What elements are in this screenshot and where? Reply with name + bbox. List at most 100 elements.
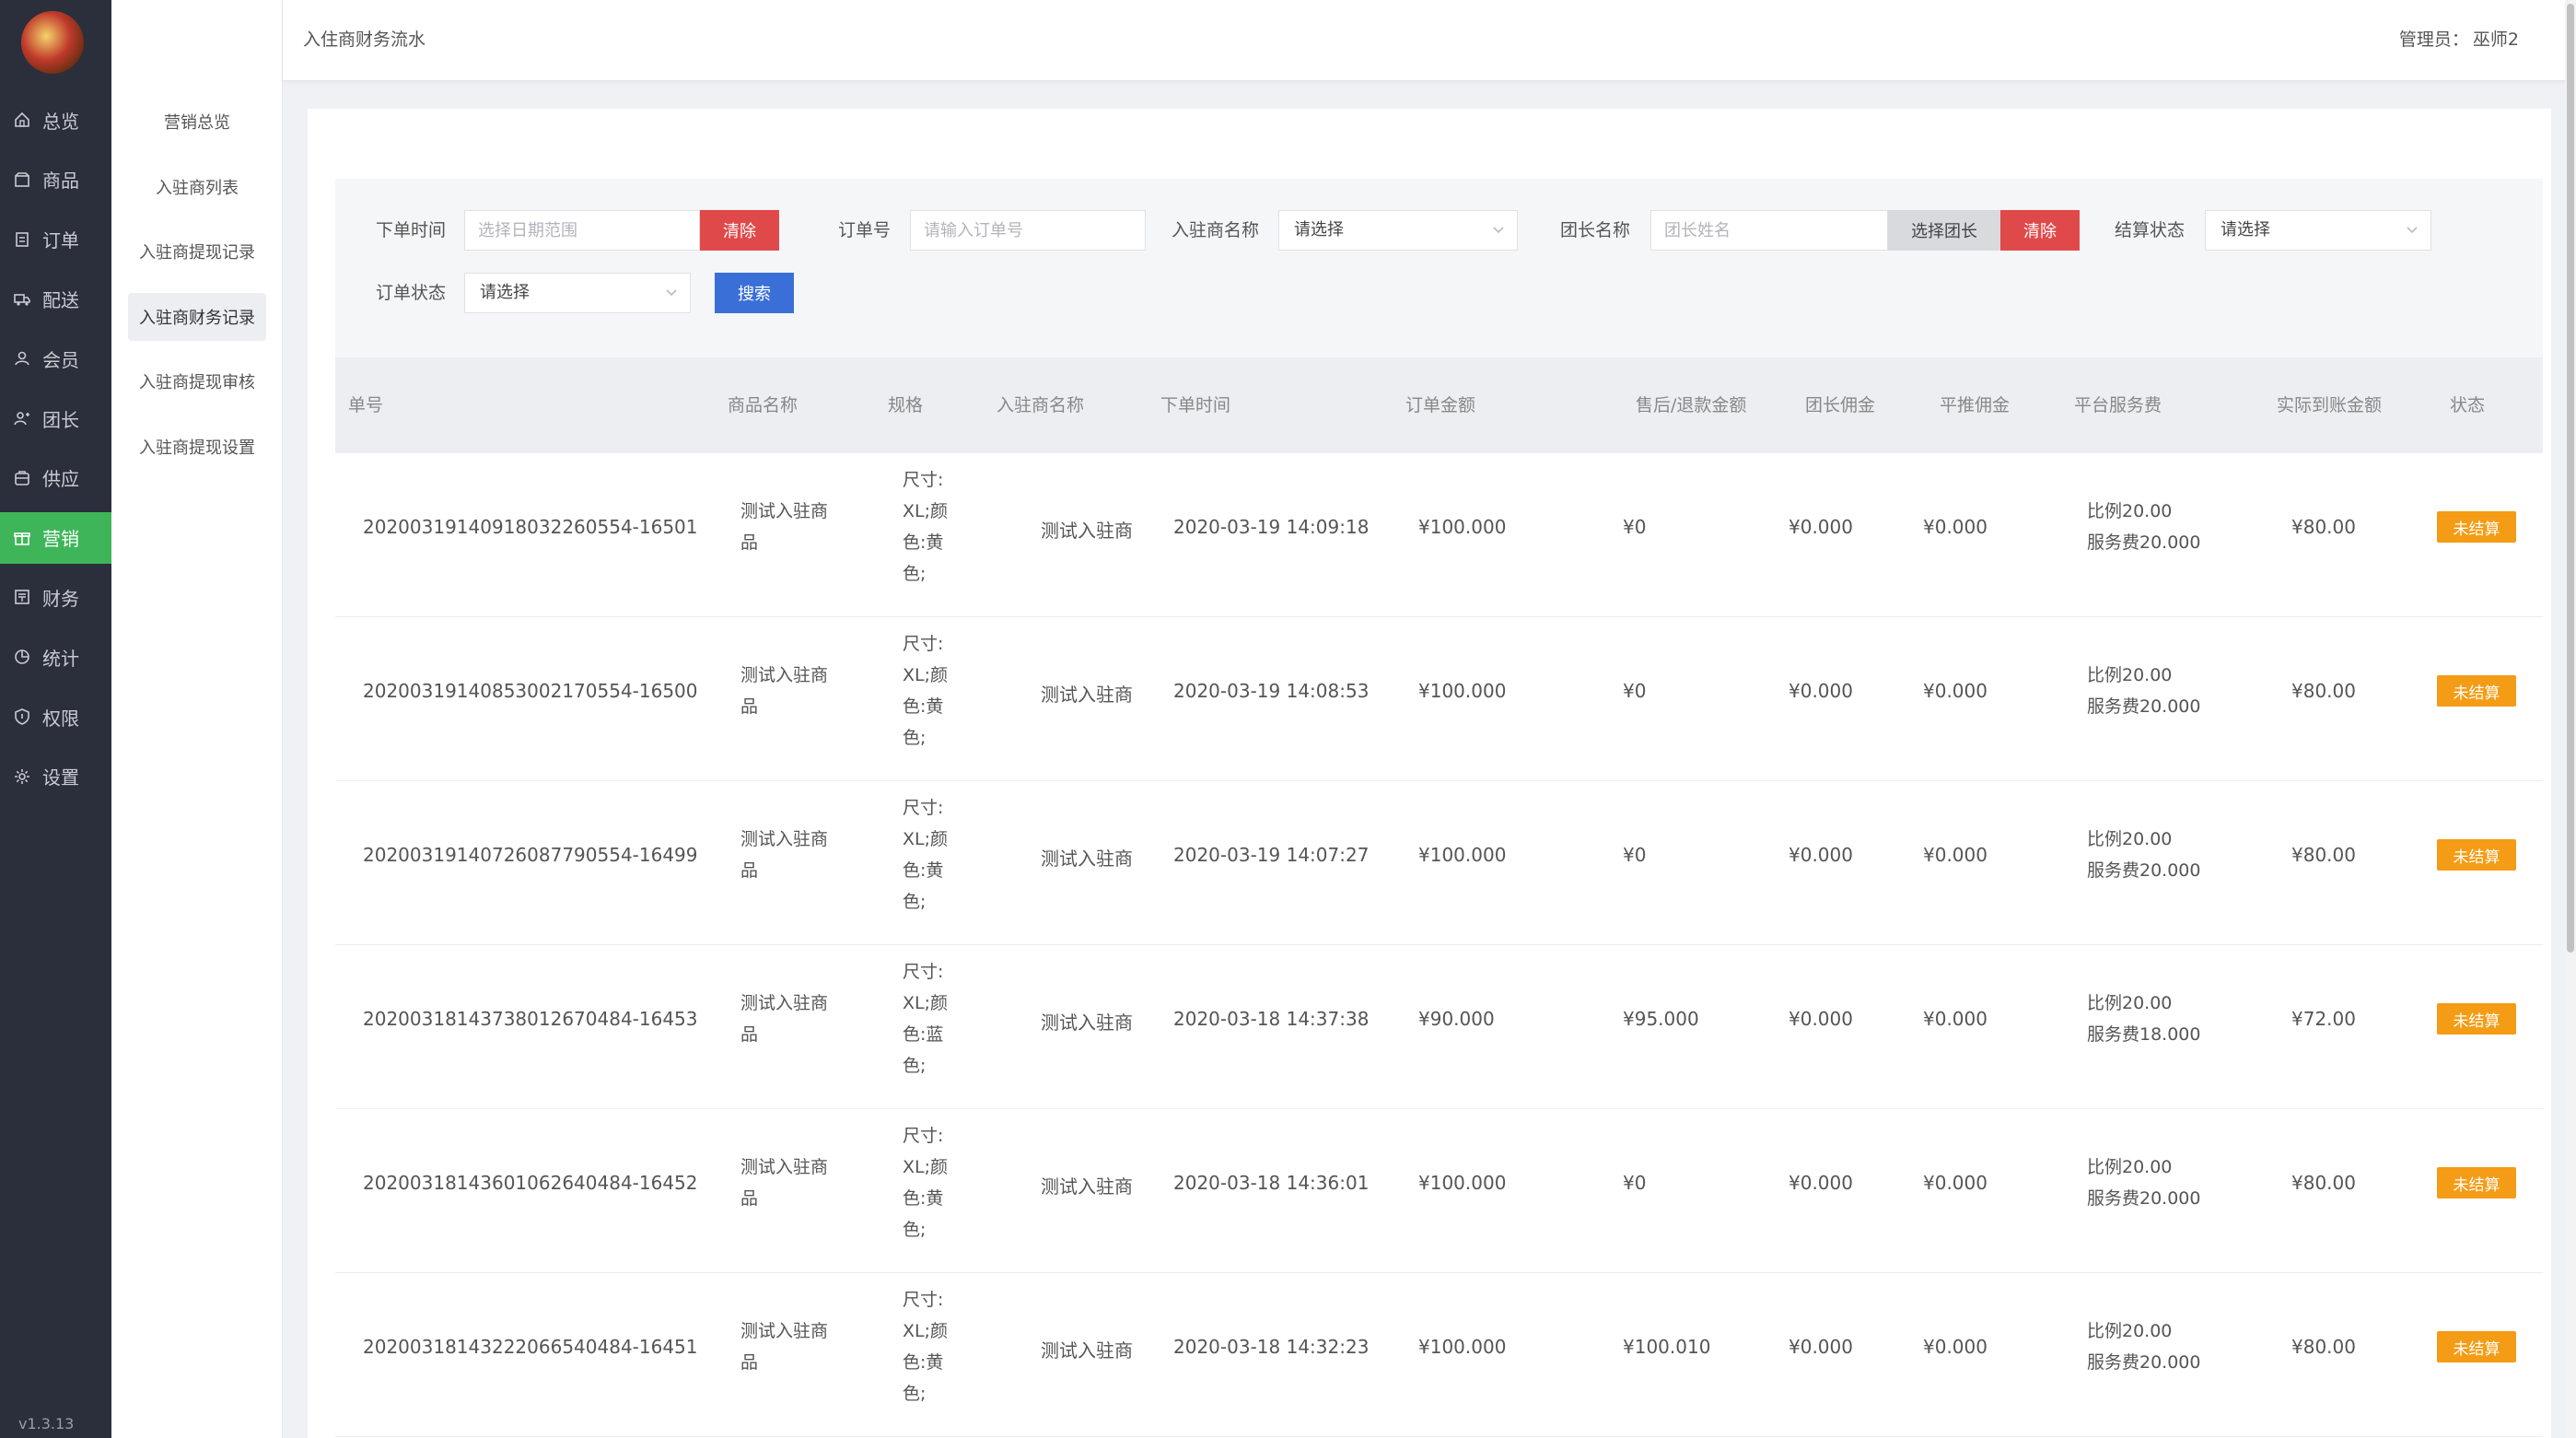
column-header: 商品名称: [728, 395, 798, 415]
spec-line: 色;: [903, 564, 927, 584]
platform-service-fee: 比例20.00 服务费20.000: [2087, 824, 2200, 886]
order-time: 2020-03-18 14:36:01: [1173, 1172, 1370, 1194]
submenu-item-1[interactable]: 入驻商列表: [128, 163, 266, 211]
product-name-line: 测试入驻商: [740, 665, 829, 685]
spec-line: 尺寸:: [903, 634, 944, 654]
push-commission: ¥0.000: [1923, 844, 1987, 866]
spec-line: 色;: [903, 728, 927, 748]
refund-amount: ¥0: [1623, 844, 1647, 866]
order-status-select[interactable]: 请选择: [464, 273, 691, 313]
page-title: 入住商财务流水: [303, 29, 426, 50]
service-fee-line: 比例20.00: [2087, 1157, 2173, 1177]
platform-service-fee: 比例20.00 服务费20.000: [2087, 496, 2200, 558]
clear-time-button[interactable]: 清除: [700, 210, 779, 251]
nav-item-11[interactable]: 设置: [0, 751, 111, 802]
spec-line: 色:黄: [903, 860, 944, 881]
nav-item-1[interactable]: 商品: [0, 154, 111, 205]
admin-label: 管理员：: [2398, 29, 2469, 50]
product-name: 测试入驻商品: [740, 1152, 828, 1214]
box-icon: [13, 170, 31, 189]
merchant-select[interactable]: 请选择: [1278, 210, 1518, 251]
platform-service-fee: 比例20.00 服务费20.000: [2087, 1315, 2200, 1378]
scrollbar-thumb[interactable]: [2567, 4, 2574, 953]
product-name-line: 品: [740, 1024, 759, 1045]
nav-item-label: 权限: [42, 707, 79, 730]
gear-icon: [13, 767, 31, 786]
clear-leader-button[interactable]: 清除: [2000, 210, 2080, 251]
refund-amount: ¥0: [1623, 1172, 1647, 1194]
settle-status-select[interactable]: 请选择: [2205, 210, 2431, 251]
actual-amount: ¥72.00: [2291, 1008, 2356, 1030]
product-name: 测试入驻商品: [740, 1315, 828, 1378]
order-time-input[interactable]: [464, 210, 700, 251]
order-time: 2020-03-18 14:37:38: [1173, 1008, 1370, 1030]
service-fee-line: 服务费20.000: [2087, 696, 2201, 717]
search-button[interactable]: 搜索: [715, 273, 794, 313]
select-leader-button[interactable]: 选择团长: [1888, 210, 2000, 251]
nav-item-2[interactable]: 订单: [0, 214, 111, 265]
submenu-item-4[interactable]: 入驻商提现审核: [128, 357, 266, 405]
nav-item-3[interactable]: 配送: [0, 273, 111, 324]
nav-item-5[interactable]: 团长: [0, 392, 111, 444]
nav-item-10[interactable]: 权限: [0, 691, 111, 742]
gift-icon: [13, 529, 31, 547]
logo[interactable]: [21, 11, 84, 74]
spec: 尺寸: XL;颜 色:黄 色;: [903, 1120, 948, 1245]
merchant-select-value: 请选择: [1294, 220, 1344, 240]
order-amount: ¥100.000: [1418, 680, 1507, 702]
page-scrollbar[interactable]: [2565, 0, 2576, 1438]
merchant-name: 测试入驻商: [1041, 1175, 1133, 1198]
spec-line: 色;: [903, 1056, 927, 1076]
submenu-item-0[interactable]: 营销总览: [128, 98, 266, 146]
spec-line: 色:黄: [903, 696, 944, 717]
nav-item-9[interactable]: 统计: [0, 631, 111, 683]
order-no: 20200318143222066540484-16451: [363, 1336, 698, 1358]
spec-line: 色;: [903, 1220, 927, 1240]
service-fee-line: 比例20.00: [2087, 993, 2173, 1013]
column-header: 订单金额: [1405, 395, 1476, 415]
table-header: 单号 商品名称 规格 入驻商名称 下单时间 订单金额 售后/退款金额 团长佣金 平推佣金 平台服务…: [335, 357, 2543, 453]
nav-item-label: 订单: [42, 229, 79, 252]
push-commission: ¥0.000: [1923, 1336, 1987, 1358]
spec: 尺寸: XL;颜 色:黄 色;: [903, 464, 948, 590]
chart-icon: [13, 648, 31, 666]
spec-line: XL;颜: [903, 501, 949, 521]
column-header: 平推佣金: [1940, 395, 2011, 415]
product-name-line: 品: [740, 1352, 759, 1373]
nav-item-7[interactable]: 营销: [0, 511, 111, 564]
service-fee-line: 比例20.00: [2087, 829, 2173, 849]
nav-item-8[interactable]: 财务: [0, 571, 111, 623]
order-no: 20200318143601062640484-16452: [363, 1172, 698, 1194]
push-commission: ¥0.000: [1923, 516, 1987, 538]
settle-status-label: 结算状态: [2115, 220, 2186, 240]
spec-line: 色;: [903, 892, 927, 912]
nav-item-label: 总览: [42, 110, 79, 133]
admin-info[interactable]: 管理员： 巫师2: [2399, 26, 2519, 51]
spec-line: 色:黄: [903, 1188, 944, 1209]
submenu-item-2[interactable]: 入驻商提现记录: [128, 228, 266, 275]
merchant-name: 测试入驻商: [1041, 1339, 1133, 1362]
spec: 尺寸: XL;颜 色:黄 色;: [903, 1284, 948, 1409]
submenu-item-5[interactable]: 入驻商提现设置: [128, 423, 266, 471]
nav-item-0[interactable]: 总览: [0, 94, 111, 146]
column-header: 实际到账金额: [2277, 395, 2383, 415]
status-badge: 未结算: [2437, 1167, 2516, 1198]
order-status-value: 请选择: [480, 283, 530, 302]
leader-input[interactable]: [1650, 210, 1888, 251]
spec-line: 尺寸:: [903, 1290, 944, 1310]
platform-service-fee: 比例20.00 服务费18.000: [2087, 988, 2200, 1050]
order-no-input[interactable]: [910, 210, 1146, 251]
service-fee-line: 服务费20.000: [2087, 860, 2201, 881]
spec-line: 尺寸:: [903, 962, 944, 982]
finance-icon: [13, 588, 31, 606]
settle-status-value: 请选择: [2220, 220, 2270, 240]
push-commission: ¥0.000: [1923, 680, 1987, 702]
leader-commission: ¥0.000: [1789, 680, 1853, 702]
table-body: 20200319140918032260554-16501 测试入驻商品尺寸: XL…: [335, 453, 2543, 1437]
column-header: 下单时间: [1160, 395, 1231, 415]
nav-item-6[interactable]: 供应: [0, 452, 111, 504]
product-name-line: 品: [740, 1188, 759, 1209]
nav-item-4[interactable]: 会员: [0, 333, 111, 384]
spec-line: 尺寸:: [903, 470, 944, 490]
submenu-item-3[interactable]: 入驻商财务记录: [128, 292, 266, 341]
